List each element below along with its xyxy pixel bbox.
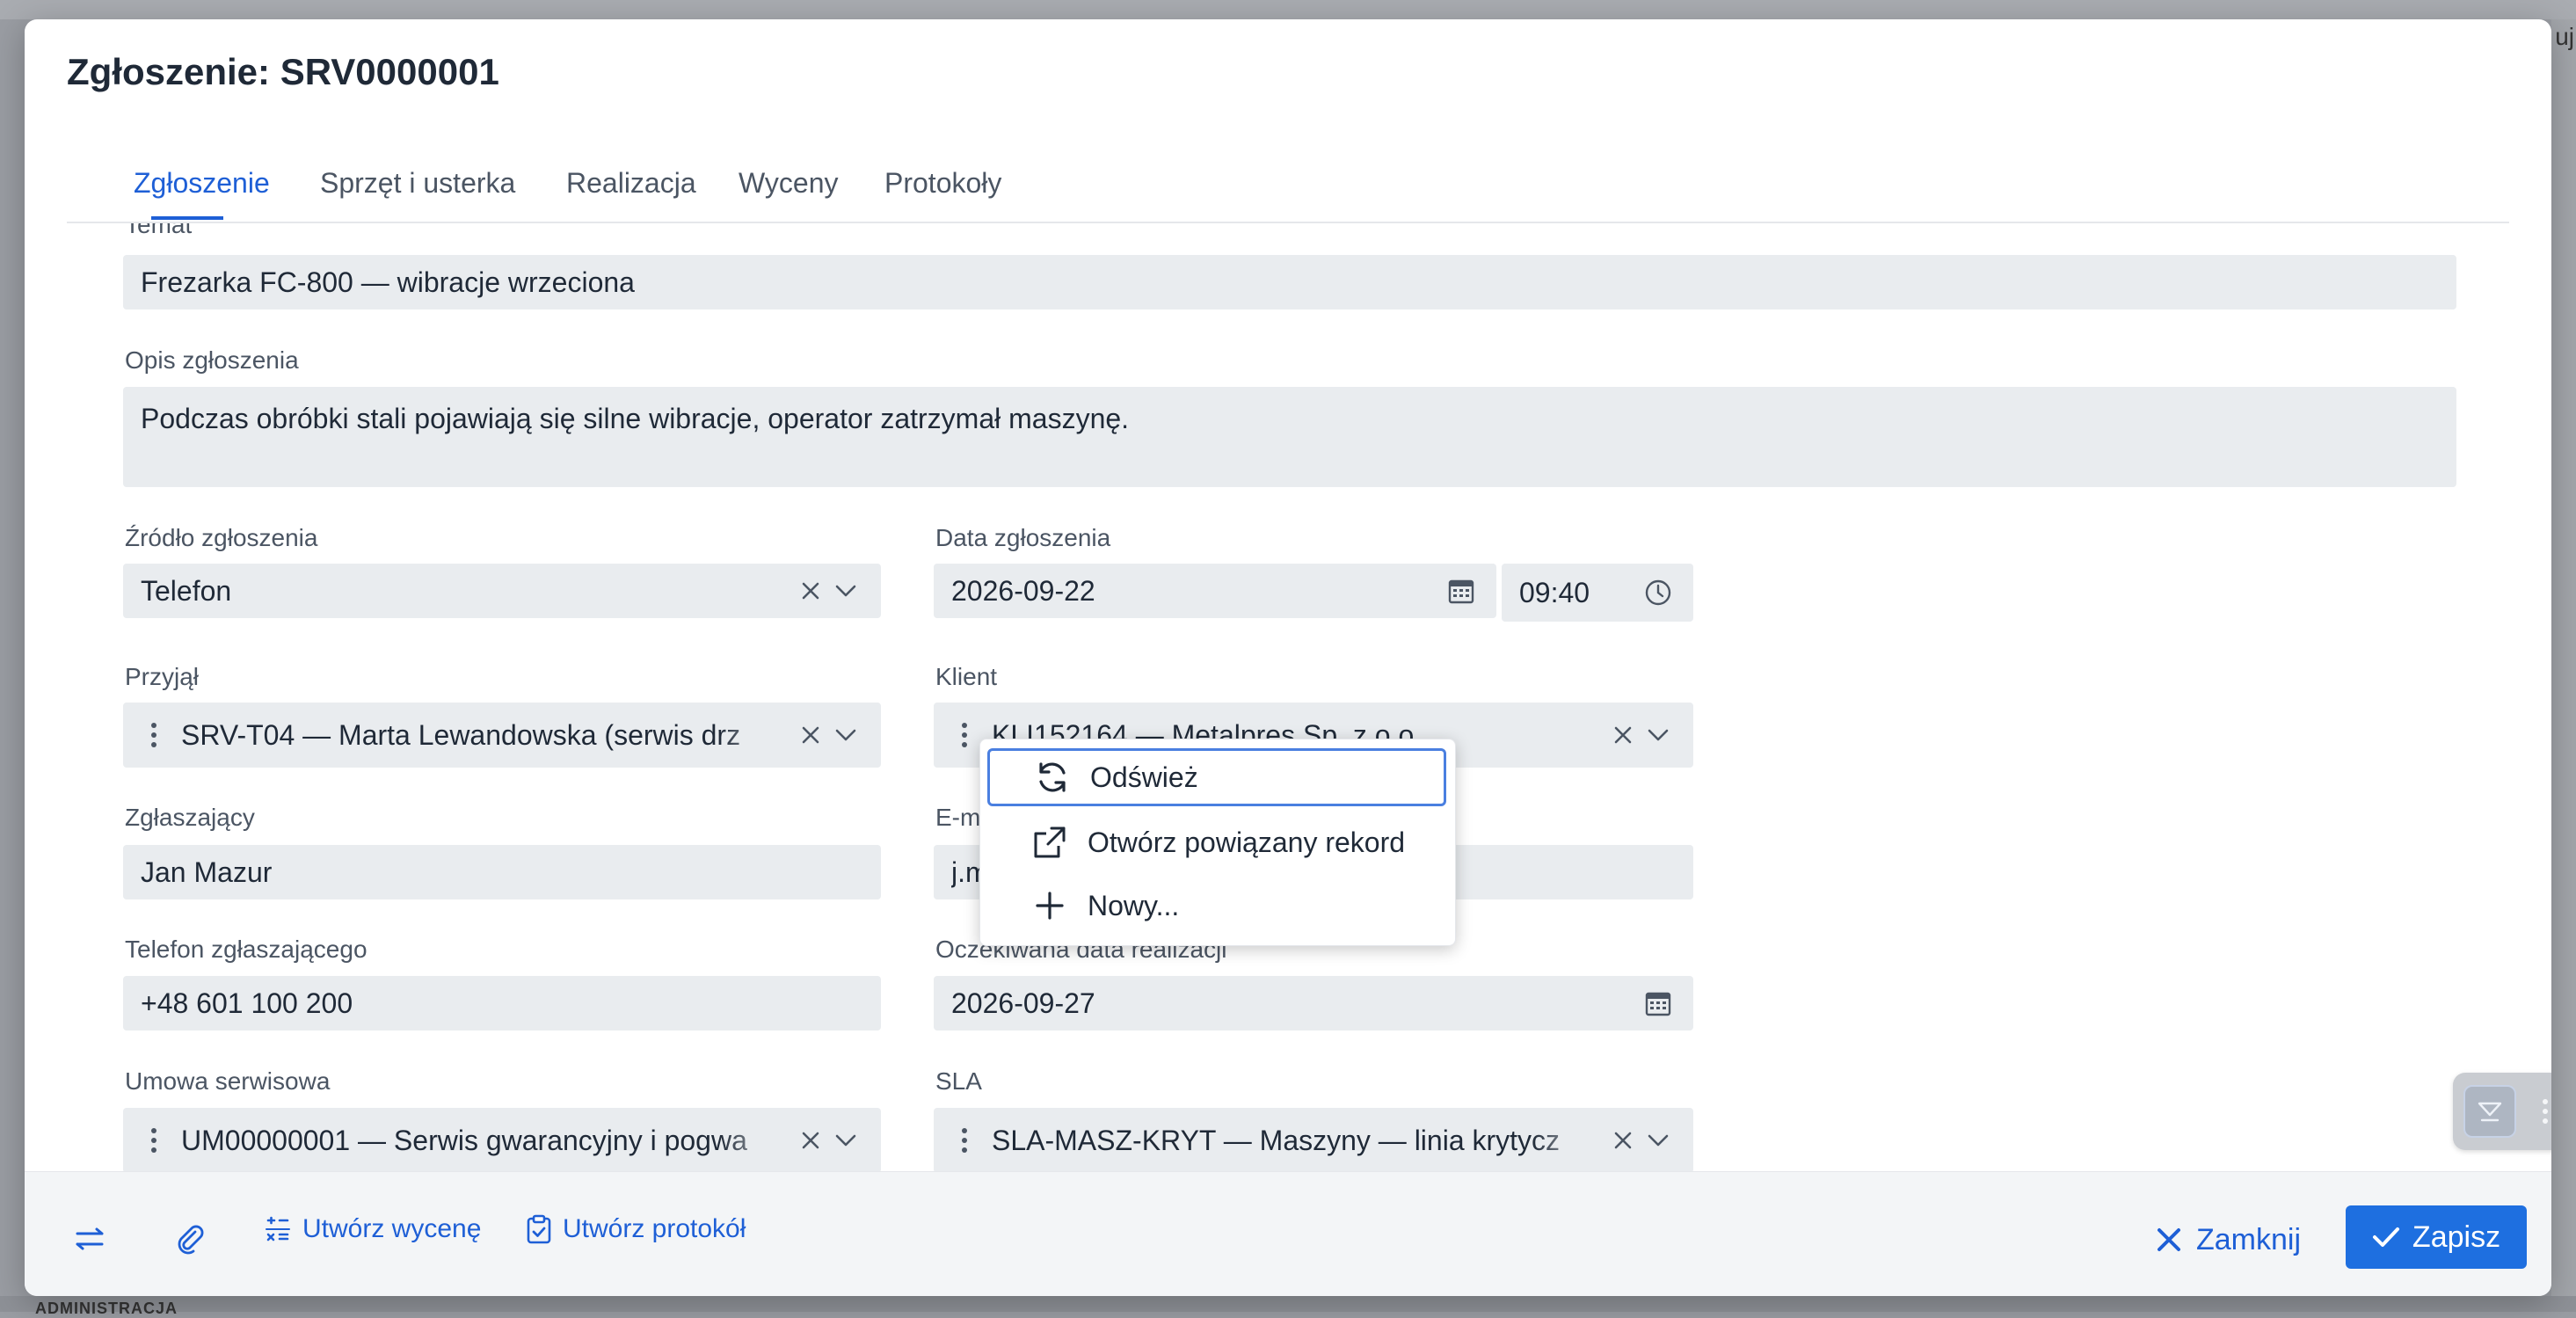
close-label: Zamknij [2196,1222,2302,1256]
oczekiwana-value: 2026-09-27 [951,987,1095,1019]
telefon-input[interactable]: +48 601 100 200 [123,976,881,1030]
umowa-label: Umowa serwisowa [125,1067,331,1095]
opis-label: Opis zgłoszenia [125,346,299,374]
chevron-down-icon[interactable] [828,717,863,753]
clear-icon[interactable] [793,717,828,753]
external-link-icon [1031,824,1068,861]
telefon-label: Telefon zgłaszającego [125,936,367,963]
przyjal-value: SRV-T04 — Marta Lewandowska (serwis drz [181,718,741,751]
filter-icon [2478,1102,2502,1122]
create-quote-label: Utwórz wycenę [302,1214,482,1243]
tab-sprzet-i-usterka[interactable]: Sprzęt i usterka [320,167,515,200]
swap-icon[interactable] [72,1221,107,1256]
menu-item-label: Odśwież [1090,761,1198,793]
temat-value: Frezarka FC-800 — wibracje wrzeciona [141,266,635,298]
menu-item-label: Nowy... [1088,889,1180,921]
sla-lookup[interactable]: SLA-MASZ-KRYT — Maszyny — linia krytycz [934,1108,1693,1171]
zrodlo-select[interactable]: Telefon [123,564,881,618]
chevron-down-icon[interactable] [1641,1123,1676,1158]
zrodlo-value: Telefon [141,574,232,607]
backdrop-right [2551,19,2576,1312]
telefon-value: +48 601 100 200 [141,987,353,1019]
clear-icon[interactable] [1605,1123,1641,1158]
save-label: Zapisz [2412,1220,2501,1254]
service-request-dialog: Zgłoszenie: SRV0000001 Zgłoszenie Sprzęt… [25,19,2551,1296]
backdrop-bottom-text: ADMINISTRACJA [35,1300,178,1317]
active-tab-indicator [151,216,223,220]
lookup-context-menu: Odśwież Otwórz powiązany rekord Nowy... [979,739,1456,946]
clear-icon[interactable] [1605,717,1641,753]
calendar-icon[interactable] [1641,986,1676,1021]
create-quote-button[interactable]: Utwórz wycenę [264,1214,481,1244]
tab-bar: Zgłoszenie Sprzęt i usterka Realizacja W… [67,142,2509,223]
przyjal-lookup[interactable]: SRV-T04 — Marta Lewandowska (serwis drz [123,703,881,768]
menu-item-label: Otwórz powiązany rekord [1088,826,1406,858]
oczekiwana-date-input[interactable]: 2026-09-27 [934,976,1693,1030]
temat-input[interactable]: Frezarka FC-800 — wibracje wrzeciona [123,255,2456,309]
clear-icon[interactable] [793,1123,828,1158]
tab-wyceny[interactable]: Wyceny [739,167,839,200]
chevron-down-icon[interactable] [828,573,863,608]
clipboard-check-icon [527,1214,551,1244]
clock-icon[interactable] [1641,575,1676,610]
backdrop-bottom [0,1296,2576,1312]
refresh-icon [1034,759,1071,796]
menu-item-new[interactable]: Nowy... [987,877,1446,935]
calendar-icon[interactable] [1444,573,1479,608]
tab-protokoly[interactable]: Protokoły [884,167,1001,200]
data-zgloszenia-time-input[interactable]: 09:40 [1502,564,1693,622]
zglaszajacy-input[interactable]: Jan Mazur [123,845,881,899]
check-icon [2372,1227,2399,1247]
zglaszajacy-label: Zgłaszający [125,804,255,831]
data-zgloszenia-date-value: 2026-09-22 [951,574,1095,607]
zrodlo-label: Źródło zgłoszenia [125,524,318,551]
opis-textarea[interactable]: Podczas obróbki stali pojawiają się siln… [123,387,2456,487]
umowa-value: UM00000001 — Serwis gwarancyjny i pogwa [181,1124,747,1156]
opis-value: Podczas obróbki stali pojawiają się siln… [141,403,1130,434]
data-zgloszenia-time-value: 09:40 [1519,576,1590,608]
floating-toolbar [2453,1073,2551,1150]
chevron-down-icon[interactable] [1641,717,1676,753]
tab-zgloszenie[interactable]: Zgłoszenie [134,167,270,200]
backdrop-top [0,0,2576,19]
plus-icon [1031,887,1068,924]
kebab-menu-icon[interactable] [141,717,167,753]
data-zgloszenia-label: Data zgłoszenia [935,524,1111,551]
kebab-menu-icon[interactable] [141,1123,167,1158]
tab-realizacja[interactable]: Realizacja [566,167,696,200]
create-protocol-button[interactable]: Utwórz protokół [526,1214,746,1244]
przyjal-label: Przyjął [125,663,200,690]
clear-icon[interactable] [793,573,828,608]
menu-item-open-related[interactable]: Otwórz powiązany rekord [987,813,1446,871]
kebab-menu-icon[interactable] [2541,1096,2550,1127]
save-button[interactable]: Zapisz [2346,1205,2527,1269]
create-protocol-label: Utwórz protokół [563,1214,746,1243]
klient-label: Klient [935,663,998,690]
chevron-down-icon[interactable] [828,1123,863,1158]
paperclip-icon[interactable] [172,1221,207,1256]
dialog-footer: Utwórz wycenę Utwórz protokół Zamknij Za… [25,1171,2551,1296]
dialog-title: Zgłoszenie: SRV0000001 [67,51,499,92]
form-content: Temat Frezarka FC-800 — wibracje wrzecio… [25,223,2551,1171]
data-zgloszenia-date-input[interactable]: 2026-09-22 [934,564,1496,618]
zglaszajacy-value: Jan Mazur [141,856,273,888]
close-button[interactable]: Zamknij [2156,1209,2301,1271]
menu-item-refresh[interactable]: Odśwież [987,748,1446,806]
quote-icon [266,1216,290,1242]
backdrop-corner-text: uj [2555,23,2574,50]
close-icon [2158,1228,2180,1251]
kebab-menu-icon[interactable] [951,717,978,753]
temat-label: Temat [125,223,193,238]
umowa-lookup[interactable]: UM00000001 — Serwis gwarancyjny i pogwa [123,1108,881,1171]
filter-down-button[interactable] [2463,1085,2516,1138]
sla-label: SLA [935,1067,982,1095]
sla-value: SLA-MASZ-KRYT — Maszyny — linia krytycz [992,1124,1561,1156]
kebab-menu-icon[interactable] [951,1123,978,1158]
